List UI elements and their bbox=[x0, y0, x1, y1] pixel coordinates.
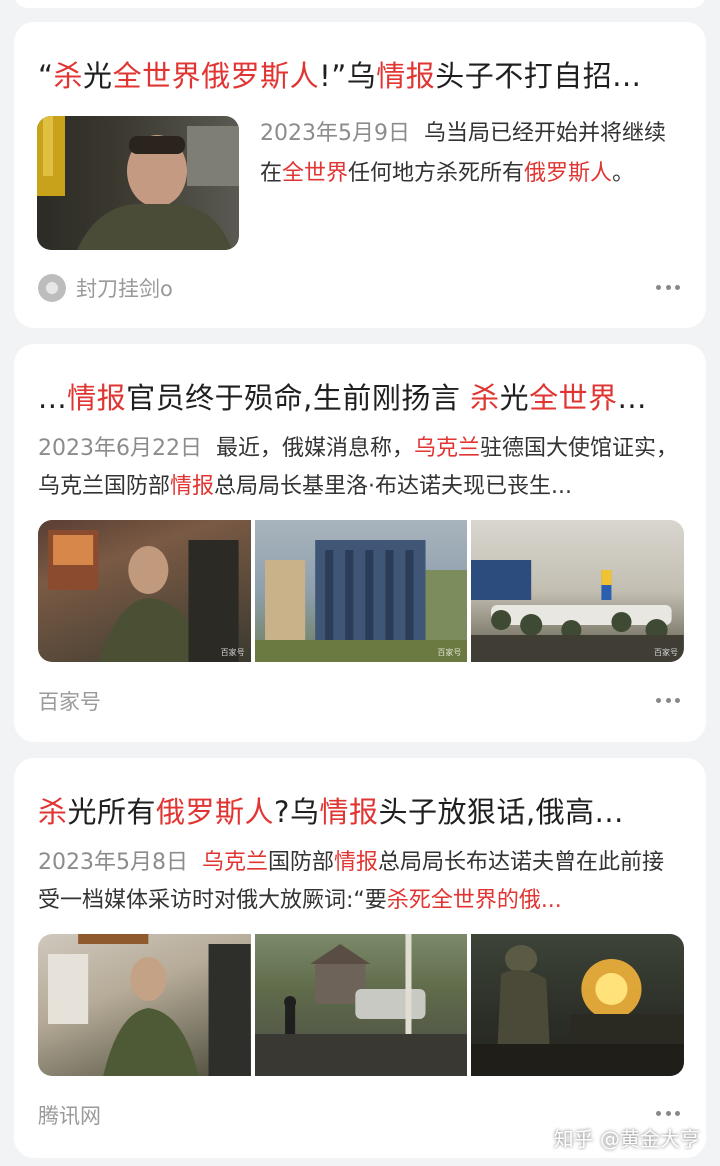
result-title[interactable]: “杀光全世界俄罗斯人!”乌情报头子不打自招... bbox=[38, 56, 682, 96]
result-date: 2023年6月22日 bbox=[38, 436, 202, 461]
highlighted-keyword: 俄罗斯人 bbox=[524, 161, 613, 186]
result-image[interactable] bbox=[38, 934, 251, 1076]
previous-card-bottom bbox=[14, 0, 706, 8]
result-image[interactable] bbox=[254, 934, 468, 1076]
result-image[interactable]: 百家号 bbox=[38, 520, 251, 662]
result-image-row: 百家号 百家号 百家号 bbox=[38, 520, 684, 662]
text-segment: 光 bbox=[499, 381, 530, 415]
result-snippet: 2023年5月8日 乌克兰国防部情报总局局长布达诺夫曾在此前接受一档媒体采访时对俄… bbox=[38, 844, 684, 920]
highlighted-keyword: 杀 bbox=[470, 381, 500, 415]
more-dots-icon[interactable] bbox=[656, 697, 680, 703]
result-image[interactable] bbox=[471, 934, 684, 1076]
result-source[interactable]: 百家号 bbox=[38, 686, 101, 716]
image-watermark: 百家号 bbox=[220, 648, 245, 657]
text-segment: ... bbox=[38, 381, 68, 415]
highlighted-keyword: 全世界俄罗斯人 bbox=[112, 59, 320, 93]
result-snippet: 2023年5月9日 乌当局已经开始并将继续在全世界任何地方杀死所有俄罗斯人。 bbox=[260, 114, 680, 194]
image-watermark: 百家号 bbox=[654, 648, 679, 657]
text-segment: “ bbox=[38, 59, 54, 93]
text-segment: ... bbox=[617, 381, 647, 415]
result-image[interactable]: 百家号 bbox=[471, 520, 684, 662]
highlighted-keyword: 杀 bbox=[38, 795, 68, 829]
highlighted-keyword: 情报 bbox=[67, 381, 127, 415]
highlighted-keyword: 乌克兰 bbox=[201, 850, 268, 875]
result-image[interactable]: 百家号 bbox=[254, 520, 468, 662]
result-source[interactable]: 封刀挂剑o bbox=[76, 273, 173, 303]
image-watermark: 百家号 bbox=[437, 648, 462, 657]
search-result-card-2[interactable]: ...情报官员终于殒命,生前刚扬言 杀光全世界... 2023年6月22日 最近，… bbox=[14, 344, 706, 742]
result-image-row bbox=[38, 934, 684, 1076]
result-title[interactable]: 杀光所有俄罗斯人?乌情报头子放狠话,俄高... bbox=[38, 792, 682, 832]
result-date: 2023年5月8日 bbox=[38, 850, 188, 875]
highlighted-keyword: 杀死全世界的俄... bbox=[386, 888, 562, 913]
highlighted-keyword: 情报 bbox=[376, 59, 436, 93]
text-segment: 头子不打自招... bbox=[435, 59, 642, 93]
text-segment: 。 bbox=[612, 161, 635, 186]
text-segment: 最近，俄媒消息称， bbox=[215, 436, 414, 461]
result-source[interactable]: 腾讯网 bbox=[38, 1100, 101, 1130]
source-avatar-icon bbox=[38, 274, 66, 302]
highlighted-keyword: 情报 bbox=[170, 474, 215, 499]
text-segment: !”乌 bbox=[319, 59, 377, 93]
text-segment: 总局局长基里洛·布达诺夫现已丧生... bbox=[214, 474, 573, 499]
search-result-card-1[interactable]: “杀光全世界俄罗斯人!”乌情报头子不打自招... 2023年5月9日 乌当局已经开… bbox=[14, 22, 706, 328]
result-snippet: 2023年6月22日 最近，俄媒消息称，乌克兰驻德国大使馆证实，乌克兰国防部情报总… bbox=[38, 430, 684, 506]
highlighted-keyword: 情报 bbox=[334, 850, 379, 875]
result-date: 2023年5月9日 bbox=[260, 121, 410, 146]
site-watermark: 知乎 @黄金大亨 bbox=[553, 1127, 700, 1151]
highlighted-keyword: 俄罗斯人 bbox=[156, 795, 275, 829]
result-title[interactable]: ...情报官员终于殒命,生前刚扬言 杀光全世界... bbox=[38, 378, 682, 418]
search-result-card-3[interactable]: 杀光所有俄罗斯人?乌情报头子放狠话,俄高... 2023年5月8日 乌克兰国防部情… bbox=[14, 758, 706, 1158]
highlighted-keyword: 情报 bbox=[319, 795, 379, 829]
highlighted-keyword: 杀 bbox=[53, 59, 84, 93]
more-dots-icon[interactable] bbox=[656, 1110, 680, 1116]
text-segment: 国防部 bbox=[268, 850, 335, 875]
highlighted-keyword: 全世界 bbox=[529, 381, 618, 415]
more-dots-icon[interactable] bbox=[656, 284, 680, 290]
text-segment: 光所有 bbox=[67, 795, 157, 829]
text-segment: ?乌 bbox=[274, 795, 320, 829]
result-thumbnail[interactable] bbox=[37, 116, 239, 250]
highlighted-keyword: 乌克兰 bbox=[414, 436, 481, 461]
text-segment: 官员终于殒命,生前刚扬言 bbox=[126, 381, 471, 415]
text-segment: 光 bbox=[83, 59, 113, 93]
highlighted-keyword: 全世界 bbox=[282, 161, 349, 186]
text-segment: 头子放狠话,俄高... bbox=[378, 795, 624, 829]
text-segment: 任何地方杀死所有 bbox=[348, 161, 525, 186]
